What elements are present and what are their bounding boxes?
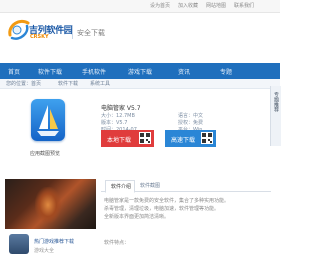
tab-screenshots[interactable]: 软件截图 [135,180,161,191]
side-float-tab[interactable]: 专题推荐 [270,86,281,146]
main-nav: 首页 软件下载 手机软件 游戏下载 资讯 专题 [0,63,280,79]
footer-title[interactable]: 热门游戏推荐下载 [34,238,74,245]
app-icon [31,99,65,141]
top-link-favorite[interactable]: 加入收藏 [178,2,198,9]
info-license: 授权：免费 [178,120,204,126]
desc-line: 软件特点： [104,240,130,246]
fast-download-button[interactable]: 高速下载 [165,130,216,147]
info-language: 语言：中文 [178,113,204,119]
game-thumbnail[interactable] [5,179,96,229]
side-tab-label: 专题推荐 [273,92,279,112]
nav-item-software[interactable]: 软件下载 [38,67,62,76]
nav-item-topics[interactable]: 专题 [220,67,232,76]
nav-item-news[interactable]: 资讯 [178,67,190,76]
tab-intro[interactable]: 软件介绍 [105,180,135,193]
desc-line: 杀毒管理，清理垃圾，电脑加速，软件管理等功能。 [104,206,220,212]
game-icon[interactable] [9,234,29,254]
info-version: 版本：V5.7 [101,120,128,126]
logo-divider [72,25,73,39]
desc-line: 电脑管家是一款免费的安全软件，集合了多种实用功能。 [104,198,230,204]
download-button-label: 本地下载 [107,137,132,144]
breadcrumb-category[interactable]: 系统工具 [90,80,110,87]
nav-item-home[interactable]: 首页 [8,67,20,76]
info-size: 大小：12.7MB [101,113,135,119]
top-bar: 设为首页 加入收藏 网站地图 联系我们 [0,0,280,13]
nav-item-mobile[interactable]: 手机软件 [82,67,106,76]
logo-subtext: CRSKY [30,34,49,40]
breadcrumb: 您的位置：首页 软件下载 系统工具 [0,79,280,89]
detail-tabs: 软件介绍 软件截图 [101,179,271,193]
footer-subtitle: 游戏大全 [34,248,55,254]
thumbnail-figure [35,187,61,223]
qr-code-icon [139,132,151,144]
nav-item-games[interactable]: 游戏下载 [128,67,152,76]
breadcrumb-home[interactable]: 您的位置：首页 [6,80,41,87]
tab-intro-label: 软件介绍 [111,184,132,190]
top-link-contact[interactable]: 联系我们 [234,2,254,9]
top-link-home[interactable]: 设为首页 [150,2,170,9]
fast-download-button-label: 高速下载 [171,137,196,144]
download-button[interactable]: 本地下载 [101,130,154,147]
desc-line: 全新版本界面更加简洁清晰。 [104,214,170,220]
sailboat-icon [37,105,59,136]
qr-code-icon [201,132,213,144]
top-link-sitemap[interactable]: 网站地图 [206,2,226,9]
breadcrumb-software[interactable]: 软件下载 [58,80,78,87]
tab-screenshots-label: 软件截图 [140,183,161,189]
app-caption: 应用截图预览 [30,151,61,157]
app-title: 电脑管家 V5.7 [101,105,141,112]
site-tagline: 安全下载 [77,29,105,37]
